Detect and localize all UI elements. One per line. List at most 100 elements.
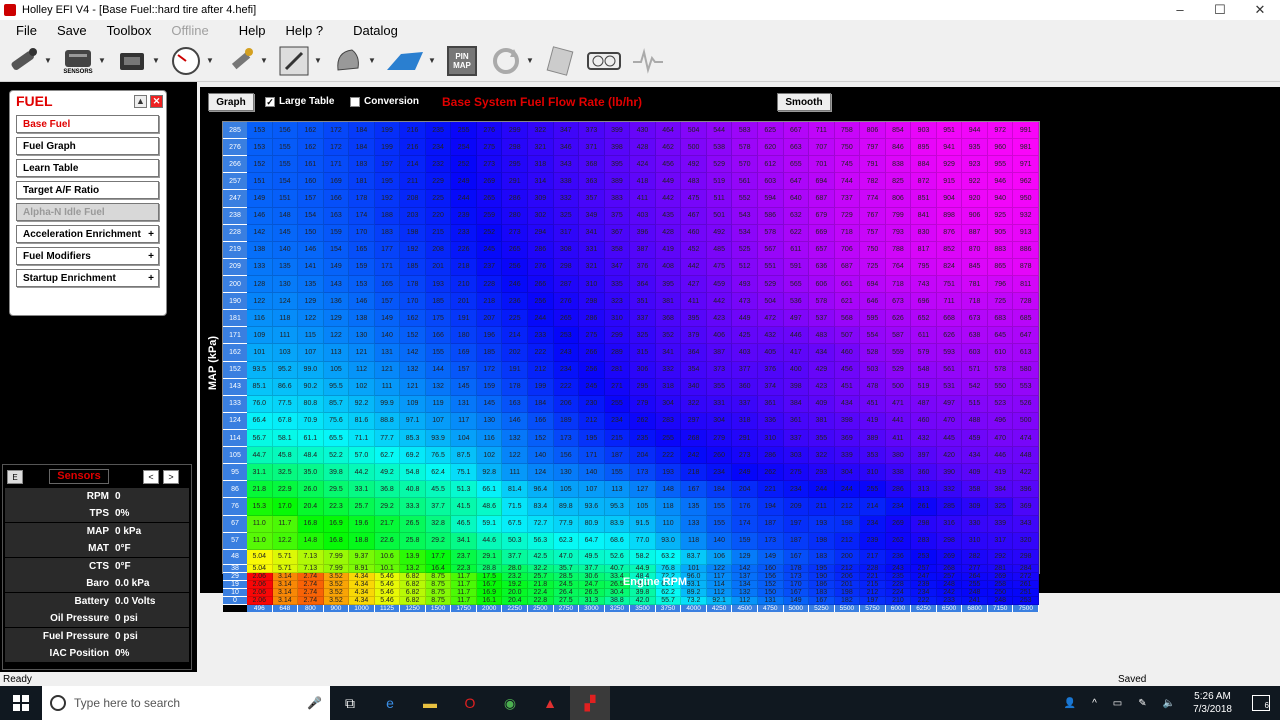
fuel-cell[interactable]: 922 xyxy=(962,173,988,191)
fuel-cell[interactable]: 169 xyxy=(451,344,477,362)
fuel-cell[interactable]: 5.04 xyxy=(247,564,273,573)
fuel-cell[interactable]: 411 xyxy=(681,293,707,311)
fuel-cell[interactable]: 757 xyxy=(860,224,886,242)
fuel-cell[interactable]: 371 xyxy=(579,139,605,157)
fuel-cell[interactable]: 71.5 xyxy=(502,498,529,516)
fuel-cell[interactable]: 95.5 xyxy=(323,378,350,396)
fuel-cell[interactable]: 308 xyxy=(553,241,580,259)
fuel-cell[interactable]: 140 xyxy=(579,464,605,482)
fuel-cell[interactable]: 5.46 xyxy=(374,580,401,589)
rpm-column-header[interactable]: 3000 xyxy=(579,604,605,612)
fuel-cell[interactable]: 26.4 xyxy=(553,588,580,597)
fuel-cell[interactable]: 611 xyxy=(911,327,937,345)
fuel-cell[interactable]: 10.1 xyxy=(374,564,401,573)
fuel-cell[interactable]: 424 xyxy=(630,156,656,174)
fuel-cell[interactable]: 884 xyxy=(911,156,937,174)
fuel-cell[interactable]: 269 xyxy=(987,572,1014,581)
fuel-cell[interactable]: 571 xyxy=(962,361,988,379)
fuel-cell[interactable]: 163 xyxy=(502,395,529,413)
fuel-cell[interactable]: 191 xyxy=(502,361,529,379)
fuel-cell[interactable]: 488 xyxy=(962,412,988,430)
spark-plug-icon[interactable] xyxy=(220,42,260,80)
map-row-header[interactable]: 266 xyxy=(223,156,247,174)
rpm-column-header[interactable]: 5250 xyxy=(809,604,835,612)
fuel-cell[interactable]: 655 xyxy=(783,156,810,174)
minimize-button[interactable]: – xyxy=(1160,2,1200,18)
fuel-cell[interactable]: 4.34 xyxy=(349,572,375,581)
fuel-cell[interactable]: 701 xyxy=(809,156,835,174)
fuel-cell[interactable]: 946 xyxy=(987,173,1014,191)
fuel-cell[interactable]: 626 xyxy=(885,310,912,328)
fuel-cell[interactable]: 428 xyxy=(630,139,656,157)
large-table-checkbox[interactable]: ✓ Large Table xyxy=(265,96,334,107)
fuel-cell[interactable]: 403 xyxy=(630,207,656,225)
rpm-column-header[interactable]: 3250 xyxy=(604,604,631,612)
fuel-cell[interactable]: 806 xyxy=(860,122,886,140)
fuel-cell[interactable]: 142 xyxy=(247,224,273,242)
rpm-column-header[interactable]: 1000 xyxy=(349,604,375,612)
fuel-cell[interactable]: 93.6 xyxy=(579,498,605,516)
fuel-cell[interactable]: 155 xyxy=(425,344,452,362)
fuel-cell[interactable]: 383 xyxy=(604,190,631,208)
fuel-cell[interactable]: 811 xyxy=(1013,275,1039,294)
rpm-column-header[interactable]: 4000 xyxy=(681,604,707,612)
fuel-cell[interactable]: 25.8 xyxy=(400,532,426,550)
fuel-cell[interactable]: 76.5 xyxy=(425,447,452,465)
fuel-cell[interactable]: 142 xyxy=(732,564,758,573)
fuel-cell[interactable]: 170 xyxy=(349,224,375,242)
fuel-cell[interactable]: 318 xyxy=(528,156,554,174)
fuel-cell[interactable]: 470 xyxy=(987,429,1014,448)
fuel-cell[interactable]: 49.2 xyxy=(374,464,401,482)
fuel-cell[interactable]: 48.4 xyxy=(298,447,324,465)
fuel-cell[interactable]: 578 xyxy=(757,224,784,242)
fuel-cell[interactable]: 89.2 xyxy=(681,588,707,597)
fuel-cell[interactable]: 191 xyxy=(451,310,477,328)
fuel-cell[interactable]: 137 xyxy=(732,572,758,581)
fuel-cell[interactable]: 441 xyxy=(885,412,912,430)
fuel-cell[interactable]: 146 xyxy=(349,293,375,311)
map-row-header[interactable]: 238 xyxy=(223,207,247,225)
fuel-cell[interactable]: 212 xyxy=(860,588,886,597)
rpm-column-header[interactable]: 3500 xyxy=(630,604,656,612)
rpm-column-header[interactable]: 5750 xyxy=(860,604,886,612)
fuel-cell[interactable]: 368 xyxy=(655,310,682,328)
fuel-cell[interactable]: 44.2 xyxy=(349,464,375,482)
fuel-cell[interactable]: 448 xyxy=(1013,447,1039,465)
fuel-cell[interactable]: 187 xyxy=(604,447,631,465)
fuel-cell[interactable]: 172 xyxy=(323,139,350,157)
fuel-cell[interactable]: 220 xyxy=(425,207,452,225)
fuel-cell[interactable]: 45.8 xyxy=(272,447,299,465)
dropdown-arrow-icon[interactable]: ▼ xyxy=(44,56,54,65)
rpm-column-header[interactable]: 4500 xyxy=(732,604,758,612)
map-row-header[interactable]: 171 xyxy=(223,327,247,345)
fuel-cell[interactable]: 507 xyxy=(834,327,861,345)
fuel-cell[interactable]: 122 xyxy=(247,293,273,311)
sensors-icon[interactable]: SENSORS xyxy=(58,42,98,80)
pen-icon[interactable]: ✎ xyxy=(1138,698,1146,709)
fuel-cell[interactable]: 266 xyxy=(528,275,554,294)
gauge-icon[interactable] xyxy=(166,42,206,80)
rpm-column-header[interactable]: 2000 xyxy=(476,604,503,612)
fuel-cell[interactable]: 146 xyxy=(298,241,324,259)
fuel-cell[interactable]: 525 xyxy=(732,241,758,259)
fuel-cell[interactable]: 113 xyxy=(604,481,631,499)
fuel-cell[interactable]: 225 xyxy=(425,190,452,208)
fuel-cell[interactable]: 971 xyxy=(1013,156,1039,174)
fuel-cell[interactable]: 149 xyxy=(323,258,350,276)
fuel-cell[interactable]: 718 xyxy=(962,293,988,311)
fuel-cell[interactable]: 570 xyxy=(732,156,758,174)
fuel-cell[interactable]: 167 xyxy=(809,596,835,605)
fuel-cell[interactable]: 529 xyxy=(706,156,733,174)
fuel-cell[interactable]: 621 xyxy=(834,293,861,311)
fuel-cell[interactable]: 694 xyxy=(809,173,835,191)
fuel-cell[interactable]: 781 xyxy=(962,275,988,294)
menu-datalog[interactable]: Datalog xyxy=(343,23,408,38)
fuel-cell[interactable]: 132 xyxy=(502,429,529,448)
menu-help[interactable]: Help xyxy=(229,23,276,38)
fuel-cell[interactable]: 235 xyxy=(885,572,912,581)
fuel-cell[interactable]: 184 xyxy=(349,122,375,140)
fuel-cell[interactable]: 35.0 xyxy=(298,464,324,482)
fuel-cell[interactable]: 302 xyxy=(528,207,554,225)
dropdown-arrow-icon[interactable]: ▼ xyxy=(98,56,108,65)
fuel-cell[interactable]: 363 xyxy=(579,173,605,191)
